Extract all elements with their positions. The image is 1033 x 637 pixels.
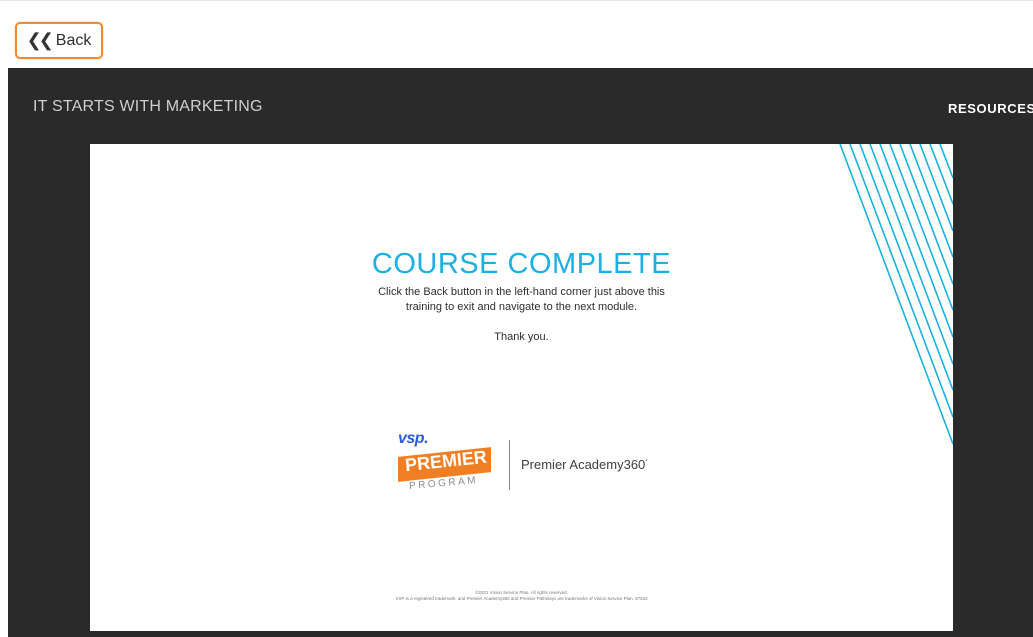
slide-canvas: COURSE COMPLETE Click the Back button in… <box>90 144 953 631</box>
course-title: IT STARTS WITH MARKETING <box>33 98 263 115</box>
course-player: IT STARTS WITH MARKETING RESOURCES COURS… <box>8 68 1033 637</box>
completion-message: Click the Back button in the left-hand c… <box>90 285 953 315</box>
premier-academy-logo: Premier Academy360° <box>521 457 648 472</box>
logo-divider <box>509 440 510 490</box>
thank-you-text: Thank you. <box>494 331 549 343</box>
decorative-stripes <box>839 144 953 445</box>
course-complete-heading: COURSE COMPLETE <box>371 248 672 280</box>
message-line: Click the Back button in the left-hand c… <box>378 286 665 298</box>
academy-mark: ° <box>645 459 648 466</box>
academy-logo-text: Premier Academy360 <box>521 457 646 472</box>
copyright-line: VSP is a registered trademark, and Premi… <box>395 596 648 601</box>
double-chevron-left-icon: ❮❮ <box>26 29 54 50</box>
back-button[interactable]: ❮❮ Back <box>15 22 103 59</box>
copyright-notice: ©2021 Vision Service Plan. All rights re… <box>90 590 953 602</box>
message-line: training to exit and navigate to the nex… <box>405 301 638 313</box>
top-bar: ❮❮ Back <box>0 0 1033 69</box>
resources-link[interactable]: RESOURCES <box>948 101 1033 116</box>
back-button-label: Back <box>55 31 92 49</box>
vsp-premier-logo: vsp. PREMIER PROGRAM Premier Academy360° <box>395 430 685 500</box>
vsp-logo-text: vsp. <box>398 430 429 447</box>
